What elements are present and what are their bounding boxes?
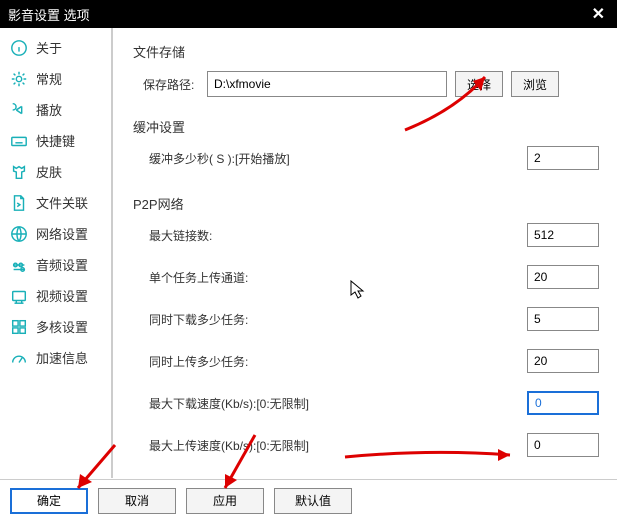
sidebar-item-video[interactable]: 视频设置 xyxy=(0,280,111,311)
dialog-button-bar: 确定 取消 应用 默认值 xyxy=(0,479,617,521)
sidebar-item-label: 网络设置 xyxy=(36,224,88,243)
video-icon xyxy=(10,287,28,305)
apply-button[interactable]: 应用 xyxy=(186,488,264,514)
max-connections-label: 最大链接数: xyxy=(149,227,527,244)
close-icon[interactable]: ✕ xyxy=(588,4,609,24)
sidebar: 关于 常规 播放 快捷键 皮肤 文件关联 网络设置 音频设置 xyxy=(0,28,113,478)
sidebar-item-general[interactable]: 常规 xyxy=(0,63,111,94)
window-title: 影音设置 选项 xyxy=(8,5,90,24)
sidebar-item-skin[interactable]: 皮肤 xyxy=(0,156,111,187)
sidebar-item-accel[interactable]: 加速信息 xyxy=(0,342,111,373)
upload-channels-label: 单个任务上传通道: xyxy=(149,269,527,286)
file-icon xyxy=(10,194,28,212)
settings-content: 文件存储 保存路径: 选择 浏览 缓冲设置 缓冲多少秒( S ):[开始播放] … xyxy=(113,28,617,478)
group-file-storage-title: 文件存储 xyxy=(133,42,599,61)
buffer-seconds-input[interactable] xyxy=(527,146,599,170)
sidebar-item-label: 常规 xyxy=(36,69,62,88)
max-upload-speed-label: 最大上传速度(Kb/s):[0:无限制] xyxy=(149,437,527,454)
concurrent-download-input[interactable] xyxy=(527,307,599,331)
multicore-icon xyxy=(10,318,28,336)
sidebar-item-label: 多核设置 xyxy=(36,317,88,336)
save-path-input[interactable] xyxy=(207,71,447,97)
keyboard-icon xyxy=(10,132,28,150)
default-button[interactable]: 默认值 xyxy=(274,488,352,514)
sidebar-item-label: 文件关联 xyxy=(36,193,88,212)
browse-button[interactable]: 浏览 xyxy=(511,71,559,97)
max-upload-speed-input[interactable] xyxy=(527,433,599,457)
gear-icon xyxy=(10,70,28,88)
sidebar-item-label: 加速信息 xyxy=(36,348,88,367)
skin-icon xyxy=(10,163,28,181)
sidebar-item-play[interactable]: 播放 xyxy=(0,94,111,125)
upload-channels-input[interactable] xyxy=(527,265,599,289)
sidebar-item-hotkey[interactable]: 快捷键 xyxy=(0,125,111,156)
sidebar-item-multicore[interactable]: 多核设置 xyxy=(0,311,111,342)
accel-icon xyxy=(10,349,28,367)
audio-icon xyxy=(10,256,28,274)
sidebar-item-label: 快捷键 xyxy=(36,131,75,150)
sidebar-item-label: 播放 xyxy=(36,100,62,119)
sidebar-item-about[interactable]: 关于 xyxy=(0,32,111,63)
group-buffer-title: 缓冲设置 xyxy=(133,117,599,136)
titlebar: 影音设置 选项 ✕ xyxy=(0,0,617,28)
sidebar-item-label: 音频设置 xyxy=(36,255,88,274)
select-button[interactable]: 选择 xyxy=(455,71,503,97)
max-download-speed-input[interactable] xyxy=(527,391,599,415)
sidebar-item-network[interactable]: 网络设置 xyxy=(0,218,111,249)
sidebar-item-label: 皮肤 xyxy=(36,162,62,181)
sidebar-item-fileassoc[interactable]: 文件关联 xyxy=(0,187,111,218)
concurrent-upload-label: 同时上传多少任务: xyxy=(149,353,527,370)
ok-button[interactable]: 确定 xyxy=(10,488,88,514)
sidebar-item-label: 关于 xyxy=(36,38,62,57)
info-icon xyxy=(10,39,28,57)
max-download-speed-label: 最大下载速度(Kb/s):[0:无限制] xyxy=(149,395,527,412)
play-icon xyxy=(10,101,28,119)
cancel-button[interactable]: 取消 xyxy=(98,488,176,514)
max-connections-input[interactable] xyxy=(527,223,599,247)
concurrent-download-label: 同时下载多少任务: xyxy=(149,311,527,328)
network-icon xyxy=(10,225,28,243)
sidebar-item-audio[interactable]: 音频设置 xyxy=(0,249,111,280)
sidebar-item-label: 视频设置 xyxy=(36,286,88,305)
buffer-seconds-label: 缓冲多少秒( S ):[开始播放] xyxy=(149,150,527,167)
save-path-label: 保存路径: xyxy=(143,76,199,93)
group-p2p-title: P2P网络 xyxy=(133,194,599,213)
concurrent-upload-input[interactable] xyxy=(527,349,599,373)
